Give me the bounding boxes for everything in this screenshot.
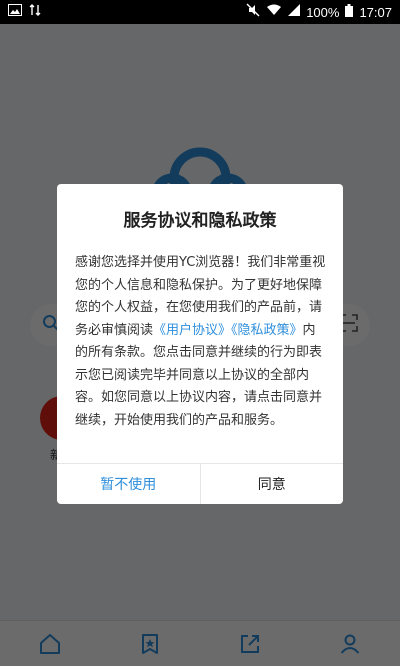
dialog-actions: 暂不使用 同意 xyxy=(57,463,343,504)
clock: 17:07 xyxy=(359,4,392,20)
status-right: 100% 17:07 xyxy=(246,3,392,21)
status-bar: 100% 17:07 xyxy=(0,0,400,24)
dialog-body: 感谢您选择并使用YC浏览器！我们非常重视您的个人信息和隐私保护。为了更好地保障您… xyxy=(57,252,343,463)
status-left xyxy=(8,4,42,20)
dialog-title: 服务协议和隐私政策 xyxy=(123,210,277,231)
agree-button[interactable]: 同意 xyxy=(201,464,344,504)
image-notification-icon xyxy=(8,4,22,20)
signal-icon xyxy=(288,4,301,20)
decline-button[interactable]: 暂不使用 xyxy=(57,464,201,504)
usb-transfer-icon xyxy=(28,4,42,20)
mute-icon xyxy=(246,3,260,21)
dialog-body-outro: 内的所有条款。您点击同意并继续的行为即表示您已阅读完毕并同意以上协议的全部内容。… xyxy=(75,322,323,428)
wifi-icon xyxy=(266,4,282,20)
privacy-policy-link[interactable]: 《隐私政策》 xyxy=(231,323,303,338)
user-agreement-link[interactable]: 《用户协议》 xyxy=(153,323,231,338)
battery-icon xyxy=(345,3,354,21)
battery-percent: 100% xyxy=(306,4,340,20)
privacy-dialog: 服务协议和隐私政策 感谢您选择并使用YC浏览器！我们非常重视您的个人信息和隐私保… xyxy=(57,184,343,504)
